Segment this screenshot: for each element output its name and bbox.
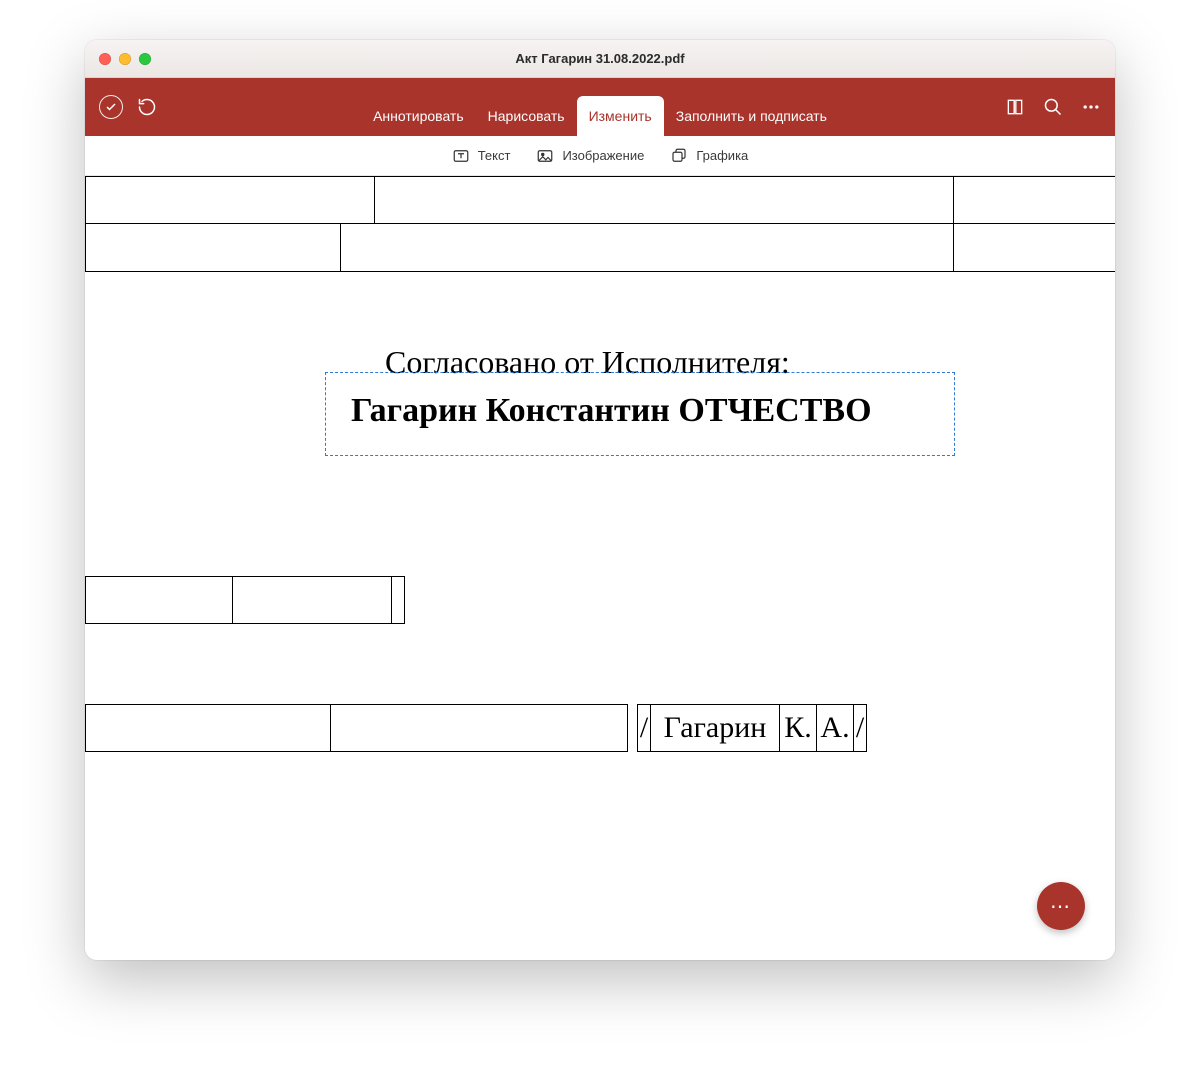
table-cell[interactable] — [85, 576, 233, 624]
table-cell[interactable] — [953, 224, 1115, 272]
tab-edit[interactable]: Изменить — [577, 96, 664, 136]
insert-graphic-button[interactable]: Графика — [670, 147, 748, 165]
undo-button[interactable] — [137, 97, 157, 117]
insert-image-button[interactable]: Изображение — [536, 147, 644, 165]
table-row — [85, 224, 1115, 272]
minimize-window-button[interactable] — [119, 53, 131, 65]
table-cell[interactable] — [85, 176, 375, 224]
insert-text-button[interactable]: Текст — [452, 147, 511, 165]
table-cell[interactable] — [330, 704, 628, 752]
search-button[interactable] — [1043, 97, 1063, 117]
fullscreen-window-button[interactable] — [139, 53, 151, 65]
edit-subtoolbar: Текст Изображение Графика — [85, 136, 1115, 176]
more-menu-button[interactable] — [1081, 97, 1101, 117]
insert-image-label: Изображение — [562, 148, 644, 163]
tab-annotate[interactable]: Аннотировать — [361, 96, 476, 136]
full-name-text[interactable]: Гагарин Константин ОТЧЕСТВО — [351, 392, 872, 430]
table-cell[interactable] — [953, 176, 1115, 224]
table-cell[interactable] — [232, 576, 392, 624]
titlebar: Акт Гагарин 31.08.2022.pdf — [85, 40, 1115, 78]
slash-cell[interactable]: / — [853, 704, 867, 752]
document-canvas[interactable]: Согласовано от Исполнителя: Гагарин Конс… — [85, 176, 1115, 960]
approved-label[interactable]: Согласовано от Исполнителя: — [385, 344, 790, 381]
table-cell[interactable] — [374, 176, 954, 224]
signature-initial-cell[interactable]: К. — [779, 704, 817, 752]
app-window: Акт Гагарин 31.08.2022.pdf Аннотировать … — [85, 40, 1115, 960]
table-cell[interactable] — [340, 224, 954, 272]
close-window-button[interactable] — [99, 53, 111, 65]
signature-surname-cell[interactable]: Гагарин — [650, 704, 780, 752]
fab-label: ⋯ — [1050, 894, 1072, 919]
table-row — [85, 176, 1115, 224]
mode-tabs: Аннотировать Нарисовать Изменить Заполни… — [85, 78, 1115, 136]
table-cell[interactable] — [85, 224, 341, 272]
tab-fill-sign[interactable]: Заполнить и подписать — [664, 96, 839, 136]
window-title: Акт Гагарин 31.08.2022.pdf — [85, 51, 1115, 66]
table-cell[interactable] — [85, 704, 331, 752]
window-controls — [85, 53, 151, 65]
bookmarks-button[interactable] — [1005, 97, 1025, 117]
signature-initial-cell[interactable]: А. — [816, 704, 854, 752]
confirm-button[interactable] — [99, 95, 123, 119]
main-toolbar: Аннотировать Нарисовать Изменить Заполни… — [85, 78, 1115, 136]
insert-graphic-label: Графика — [696, 148, 748, 163]
slash-cell[interactable]: / — [637, 704, 651, 752]
insert-text-label: Текст — [478, 148, 511, 163]
tab-draw[interactable]: Нарисовать — [476, 96, 577, 136]
floating-more-button[interactable]: ⋯ — [1037, 882, 1085, 930]
table-cell[interactable] — [391, 576, 405, 624]
